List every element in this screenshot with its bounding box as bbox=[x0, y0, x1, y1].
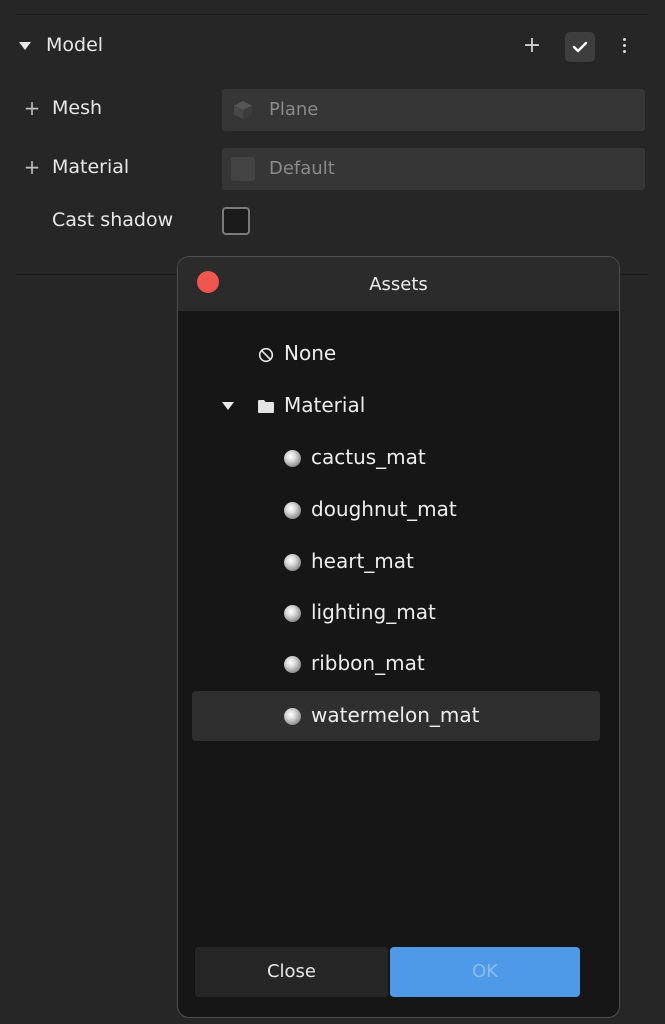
material-item-label: doughnut_mat bbox=[311, 497, 457, 521]
material-swatch-icon bbox=[231, 157, 255, 181]
material-sphere-icon bbox=[284, 450, 301, 467]
cube-icon bbox=[231, 98, 255, 122]
none-icon bbox=[258, 347, 274, 367]
material-sphere-icon bbox=[284, 656, 301, 673]
section-title: Model bbox=[46, 34, 104, 56]
tree-item-material[interactable]: heart_mat bbox=[192, 537, 600, 587]
top-divider bbox=[16, 14, 648, 15]
material-field[interactable]: Default bbox=[222, 148, 645, 190]
cast-shadow-row: Cast shadow bbox=[0, 201, 665, 243]
material-row: + Material Default bbox=[0, 148, 665, 190]
material-sphere-icon bbox=[284, 708, 301, 725]
material-plus-icon[interactable]: + bbox=[22, 155, 42, 179]
enabled-checkmark-icon[interactable] bbox=[565, 32, 595, 62]
folder-icon bbox=[257, 398, 275, 418]
mesh-row: + Mesh Plane bbox=[0, 89, 665, 131]
material-sphere-icon bbox=[284, 502, 301, 519]
add-plus-icon[interactable]: + bbox=[520, 34, 544, 58]
tree-item-none[interactable]: None bbox=[192, 329, 600, 379]
mesh-label: Mesh bbox=[52, 97, 103, 119]
tree-item-material-selected[interactable]: watermelon_mat bbox=[192, 691, 600, 741]
material-value: Default bbox=[269, 158, 335, 179]
ok-button[interactable]: OK bbox=[390, 947, 580, 997]
mesh-value: Plane bbox=[269, 99, 319, 120]
more-vertical-icon[interactable] bbox=[612, 34, 636, 58]
assets-dialog: Assets None Material cactus_mat doughnut… bbox=[177, 256, 620, 1018]
material-sphere-icon bbox=[284, 554, 301, 571]
material-item-label: ribbon_mat bbox=[311, 651, 425, 675]
material-item-label: heart_mat bbox=[311, 549, 414, 573]
mesh-plus-icon[interactable]: + bbox=[22, 96, 42, 120]
tree-folder-material[interactable]: Material bbox=[192, 381, 600, 431]
close-button[interactable]: Close bbox=[195, 947, 388, 997]
material-item-label: cactus_mat bbox=[311, 445, 426, 469]
material-sphere-icon bbox=[284, 605, 301, 622]
dialog-titlebar: Assets bbox=[178, 257, 619, 311]
material-label: Material bbox=[52, 156, 130, 178]
dialog-title: Assets bbox=[369, 274, 428, 295]
collapse-triangle-icon[interactable] bbox=[19, 42, 31, 50]
tree-item-material[interactable]: ribbon_mat bbox=[192, 639, 600, 689]
tree-item-material[interactable]: doughnut_mat bbox=[192, 485, 600, 535]
material-item-label: watermelon_mat bbox=[311, 703, 480, 727]
cast-shadow-label: Cast shadow bbox=[52, 209, 174, 231]
tree-item-material[interactable]: cactus_mat bbox=[192, 433, 600, 483]
folder-label: Material bbox=[284, 393, 366, 417]
material-item-label: lighting_mat bbox=[311, 600, 436, 624]
tree-item-material[interactable]: lighting_mat bbox=[192, 588, 600, 638]
mesh-field[interactable]: Plane bbox=[222, 89, 645, 131]
none-label: None bbox=[284, 341, 337, 365]
cast-shadow-checkbox[interactable] bbox=[222, 207, 250, 235]
model-section-header[interactable]: Model + bbox=[0, 26, 665, 66]
folder-expand-triangle-icon[interactable] bbox=[222, 402, 234, 410]
